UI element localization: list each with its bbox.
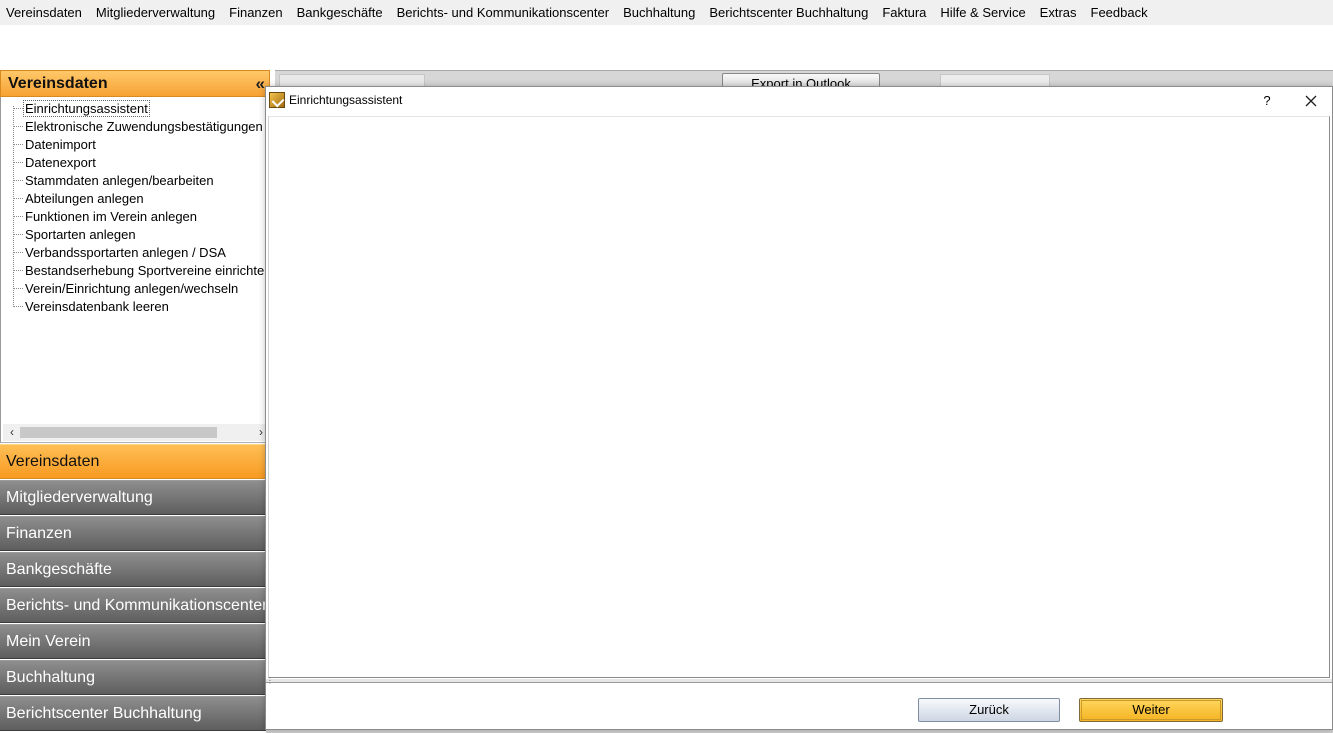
- tree-item-datenbank-leeren[interactable]: Vereinsdatenbank leeren: [13, 297, 169, 315]
- nav-panel-title: Vereinsdaten: [8, 74, 108, 92]
- menu-bar: Vereinsdaten Mitgliederverwaltung Finanz…: [0, 0, 1333, 25]
- collapse-panel-icon[interactable]: «: [256, 75, 265, 92]
- menu-vereinsdaten[interactable]: Vereinsdaten: [1, 0, 91, 25]
- category-berichtscenter-buchhaltung[interactable]: Berichtscenter Buchhaltung: [0, 696, 266, 731]
- tree-item-label: Stammdaten anlegen/bearbeiten: [25, 172, 214, 188]
- tree-item-bestandserhebung[interactable]: Bestandserhebung Sportvereine einrichten: [13, 261, 266, 279]
- next-button[interactable]: Weiter: [1079, 698, 1223, 722]
- tree-item-label: Einrichtungsassistent: [23, 99, 150, 117]
- resize-grip-icon[interactable]: ⋮: [266, 676, 274, 685]
- tree-item-label: Datenimport: [25, 136, 96, 152]
- menu-bankgeschaefte[interactable]: Bankgeschäfte: [292, 0, 392, 25]
- tree-item-datenexport[interactable]: Datenexport: [13, 153, 96, 171]
- tree-item-label: Datenexport: [25, 154, 96, 170]
- scrollbar-thumb[interactable]: [20, 427, 217, 438]
- close-icon: [1305, 95, 1317, 107]
- menu-hilfe-service[interactable]: Hilfe & Service: [935, 0, 1034, 25]
- tree-item-label: Sportarten anlegen: [25, 226, 136, 242]
- category-vereinsdaten[interactable]: Vereinsdaten: [0, 444, 266, 479]
- tree-item-label: Vereinsdatenbank leeren: [25, 298, 169, 314]
- back-button[interactable]: Zurück: [918, 698, 1060, 722]
- tree-item-sportarten[interactable]: Sportarten anlegen: [13, 225, 136, 243]
- tree-item-label: Verbandssportarten anlegen / DSA: [25, 244, 226, 260]
- app-logo-icon: [269, 92, 285, 108]
- category-bankgeschaefte[interactable]: Bankgeschäfte: [0, 552, 266, 587]
- help-button[interactable]: ?: [1256, 90, 1278, 112]
- tree-item-stammdaten[interactable]: Stammdaten anlegen/bearbeiten: [13, 171, 214, 189]
- menu-buchhaltung[interactable]: Buchhaltung: [618, 0, 704, 25]
- wizard-content-area: [268, 116, 1330, 678]
- nav-tree: Einrichtungsassistent Elektronische Zuwe…: [0, 97, 266, 443]
- category-berichts-kommunikationscenter[interactable]: Berichts- und Kommunikationscenter: [0, 588, 267, 623]
- tree-item-datenimport[interactable]: Datenimport: [13, 135, 96, 153]
- menu-faktura[interactable]: Faktura: [877, 0, 935, 25]
- dialog-titlebar[interactable]: Einrichtungsassistent ?: [266, 87, 1332, 116]
- menu-mitgliederverwaltung[interactable]: Mitgliederverwaltung: [91, 0, 224, 25]
- category-finanzen[interactable]: Finanzen: [0, 516, 266, 551]
- menu-finanzen[interactable]: Finanzen: [224, 0, 291, 25]
- close-button[interactable]: [1299, 89, 1323, 113]
- tree-item-verbandssportarten[interactable]: Verbandssportarten anlegen / DSA: [13, 243, 226, 261]
- tree-item-label: Elektronische Zuwendungsbestätigungen: [25, 118, 263, 134]
- tree-item-zuwendungsbestaetigungen[interactable]: Elektronische Zuwendungsbestätigungen: [13, 117, 263, 135]
- tree-item-label: Funktionen im Verein anlegen: [25, 208, 198, 224]
- category-mein-verein[interactable]: Mein Verein: [0, 624, 266, 659]
- category-mitgliederverwaltung[interactable]: Mitgliederverwaltung: [0, 480, 266, 515]
- tree-item-abteilungen[interactable]: Abteilungen anlegen: [13, 189, 144, 207]
- tree-item-label: Abteilungen anlegen: [25, 190, 144, 206]
- scroll-left-icon[interactable]: ‹: [5, 424, 19, 441]
- menu-berichtscenter-buchhaltung[interactable]: Berichtscenter Buchhaltung: [704, 0, 877, 25]
- dialog-splitter[interactable]: [266, 679, 1332, 683]
- tree-item-verein-wechseln[interactable]: Verein/Einrichtung anlegen/wechseln: [13, 279, 238, 297]
- tree-item-label: Verein/Einrichtung anlegen/wechseln: [25, 280, 239, 296]
- tree-item-label: Bestandserhebung Sportvereine einrichten: [25, 262, 266, 278]
- tree-item-einrichtungsassistent[interactable]: Einrichtungsassistent: [13, 99, 150, 117]
- dialog-title: Einrichtungsassistent: [289, 93, 403, 107]
- category-buchhaltung[interactable]: Buchhaltung: [0, 660, 266, 695]
- menu-extras[interactable]: Extras: [1035, 0, 1086, 25]
- nav-panel-header: Vereinsdaten «: [0, 70, 270, 97]
- tree-item-funktionen[interactable]: Funktionen im Verein anlegen: [13, 207, 197, 225]
- tree-horizontal-scrollbar[interactable]: ‹ ›: [3, 424, 266, 441]
- menu-berichts-kommunikationscenter[interactable]: Berichts- und Kommunikationscenter: [392, 0, 618, 25]
- menu-feedback[interactable]: Feedback: [1086, 0, 1157, 25]
- setup-wizard-dialog: Einrichtungsassistent ? ⋮ Zurück Weiter: [265, 86, 1333, 730]
